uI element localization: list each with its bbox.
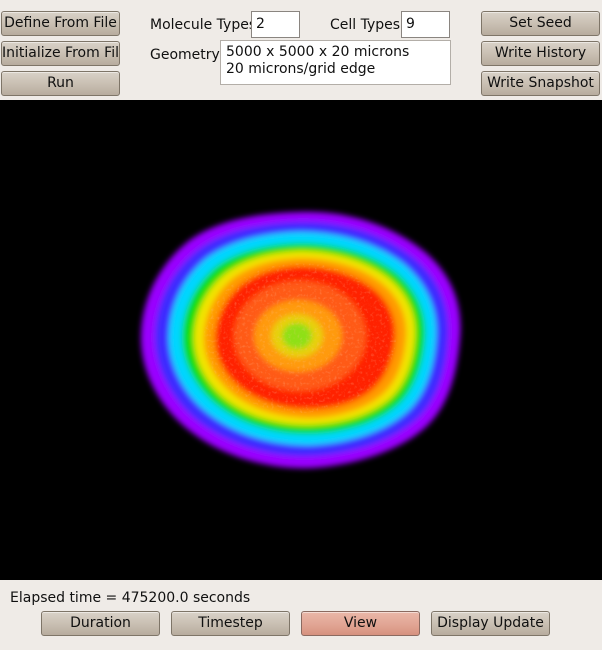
geometry-text-area[interactable]: 5000 x 5000 x 20 microns 20 microns/grid… [220,40,451,85]
elapsed-time-text: Elapsed time = 475200.0 seconds [10,590,251,606]
define-from-file-button[interactable]: Define From File [1,11,120,36]
simulation-visualization [140,211,461,469]
simulation-canvas[interactable] [0,100,602,580]
duration-button[interactable]: Duration [41,611,160,636]
run-button[interactable]: Run [1,71,120,96]
molecule-types-input[interactable]: 2 [251,11,300,38]
geometry-line-dimensions: 5000 x 5000 x 20 microns [226,44,410,60]
geometry-label: Geometry [150,47,220,63]
write-snapshot-button[interactable]: Write Snapshot [481,71,600,96]
view-button[interactable]: View [301,611,420,636]
initialize-from-file-button[interactable]: Initialize From File [1,41,120,66]
molecule-types-label: Molecule Types [150,17,257,33]
write-history-button[interactable]: Write History [481,41,600,66]
colony-speckle [204,263,396,413]
timestep-button[interactable]: Timestep [171,611,290,636]
cell-types-input[interactable]: 9 [401,11,450,38]
cell-types-label: Cell Types [330,17,401,33]
display-update-button[interactable]: Display Update [431,611,550,636]
geometry-line-grid-edge: 20 microns/grid edge [226,61,376,77]
set-seed-button[interactable]: Set Seed [481,11,600,36]
